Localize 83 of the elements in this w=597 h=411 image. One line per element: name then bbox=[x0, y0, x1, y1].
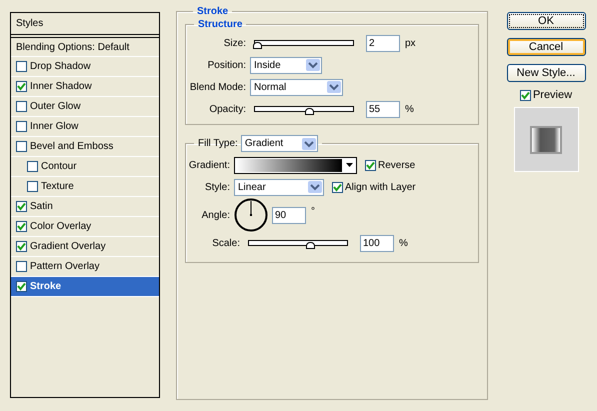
opacity-field[interactable]: 55 bbox=[366, 100, 400, 118]
unit-label: % bbox=[405, 104, 414, 114]
style-item[interactable]: Satin bbox=[11, 197, 159, 217]
align-with-layer-checkbox[interactable]: Align with Layer bbox=[332, 182, 416, 192]
scale-label: Scale: bbox=[211, 238, 241, 248]
style-label: Outer Glow bbox=[30, 101, 81, 112]
style-item[interactable]: Inner Shadow bbox=[11, 77, 159, 97]
style-label: Drop Shadow bbox=[30, 61, 91, 72]
preview-checkbox[interactable]: Preview bbox=[520, 89, 572, 101]
checkbox[interactable] bbox=[16, 201, 27, 212]
check-icon bbox=[333, 182, 342, 192]
size-slider[interactable] bbox=[254, 40, 354, 46]
style-item[interactable]: Contour bbox=[11, 157, 159, 177]
angle-field[interactable]: 90 bbox=[272, 206, 306, 224]
style-item[interactable]: Stroke bbox=[11, 277, 159, 297]
scale-field[interactable]: 100 bbox=[360, 234, 394, 252]
dropdown-arrow-icon bbox=[327, 81, 341, 93]
unit-label: px bbox=[405, 38, 416, 48]
style-label: Satin bbox=[30, 201, 53, 212]
opacity-slider[interactable] bbox=[254, 106, 354, 112]
blend-mode-dropdown[interactable]: Normal bbox=[250, 78, 343, 96]
style-item[interactable]: Drop Shadow bbox=[11, 57, 159, 77]
style-item[interactable]: Outer Glow bbox=[11, 97, 159, 117]
style-label: Bevel and Emboss bbox=[30, 141, 114, 152]
fill-type-dropdown[interactable]: Gradient bbox=[240, 135, 318, 152]
style-label: Inner Glow bbox=[30, 121, 78, 132]
gradient-label: Gradient: bbox=[188, 160, 231, 170]
preview-swatch-icon bbox=[530, 126, 562, 154]
check-icon bbox=[366, 160, 375, 170]
checkbox[interactable] bbox=[16, 241, 27, 252]
gradient-picker[interactable] bbox=[234, 156, 357, 174]
check-icon bbox=[520, 90, 530, 100]
style-item[interactable]: Inner Glow bbox=[11, 117, 159, 137]
size-field[interactable]: 2 bbox=[366, 34, 400, 52]
style-dropdown[interactable]: Linear bbox=[234, 178, 324, 196]
dialog-button[interactable]: OK bbox=[506, 12, 586, 30]
dropdown-arrow-icon bbox=[306, 59, 320, 71]
slider-thumb[interactable] bbox=[306, 242, 315, 249]
angle-dial[interactable] bbox=[234, 198, 268, 232]
checkbox[interactable] bbox=[16, 221, 27, 232]
style-label: Stroke bbox=[30, 281, 62, 292]
checkbox[interactable] bbox=[16, 81, 27, 92]
dropdown-arrow-icon bbox=[308, 181, 322, 193]
group-title: Stroke bbox=[196, 6, 230, 17]
style-label: Pattern Overlay bbox=[30, 261, 100, 272]
style-label: Texture bbox=[41, 181, 74, 192]
style-label: Contour bbox=[41, 161, 77, 172]
checkbox[interactable] bbox=[16, 101, 27, 112]
scale-slider[interactable] bbox=[248, 240, 348, 246]
position-dropdown[interactable]: Inside bbox=[250, 56, 322, 74]
group-title: Structure bbox=[197, 19, 244, 30]
checkbox[interactable] bbox=[27, 161, 38, 172]
style-label: Color Overlay bbox=[30, 221, 92, 232]
slider-thumb[interactable] bbox=[252, 42, 262, 49]
checkbox[interactable] bbox=[16, 141, 27, 152]
style-label: Inner Shadow bbox=[30, 81, 92, 92]
style-label: Gradient Overlay bbox=[30, 241, 106, 252]
size-label: Size: bbox=[222, 38, 247, 48]
style-item[interactable]: Bevel and Emboss bbox=[11, 137, 159, 157]
style-item[interactable]: Gradient Overlay bbox=[11, 237, 159, 257]
slider-thumb[interactable] bbox=[304, 108, 314, 115]
blending-options-item[interactable]: Blending Options: Default bbox=[11, 37, 159, 57]
unit-label: % bbox=[399, 238, 408, 248]
dropdown-arrow-icon bbox=[302, 138, 316, 150]
checkbox[interactable] bbox=[16, 61, 27, 72]
style-label: Style: bbox=[204, 182, 231, 192]
opacity-label: Opacity: bbox=[208, 104, 247, 114]
checkbox[interactable] bbox=[16, 261, 27, 272]
panel-title: Styles bbox=[16, 18, 44, 29]
checkbox[interactable] bbox=[16, 281, 27, 292]
angle-label: Angle: bbox=[200, 210, 231, 220]
reverse-checkbox[interactable]: Reverse bbox=[365, 160, 416, 170]
style-item[interactable]: Color Overlay bbox=[11, 217, 159, 237]
checkbox[interactable] bbox=[27, 181, 38, 192]
checkbox[interactable] bbox=[16, 121, 27, 132]
fill-type-label: Fill Type: bbox=[198, 138, 238, 149]
blend-mode-label: Blend Mode: bbox=[188, 82, 247, 92]
style-item[interactable]: Texture bbox=[11, 177, 159, 197]
dialog-button[interactable]: Cancel bbox=[506, 38, 586, 56]
degree-label: ° bbox=[311, 206, 315, 217]
caret-icon bbox=[345, 162, 354, 168]
dialog-button[interactable]: New Style... bbox=[506, 64, 586, 82]
position-label: Position: bbox=[206, 60, 247, 70]
